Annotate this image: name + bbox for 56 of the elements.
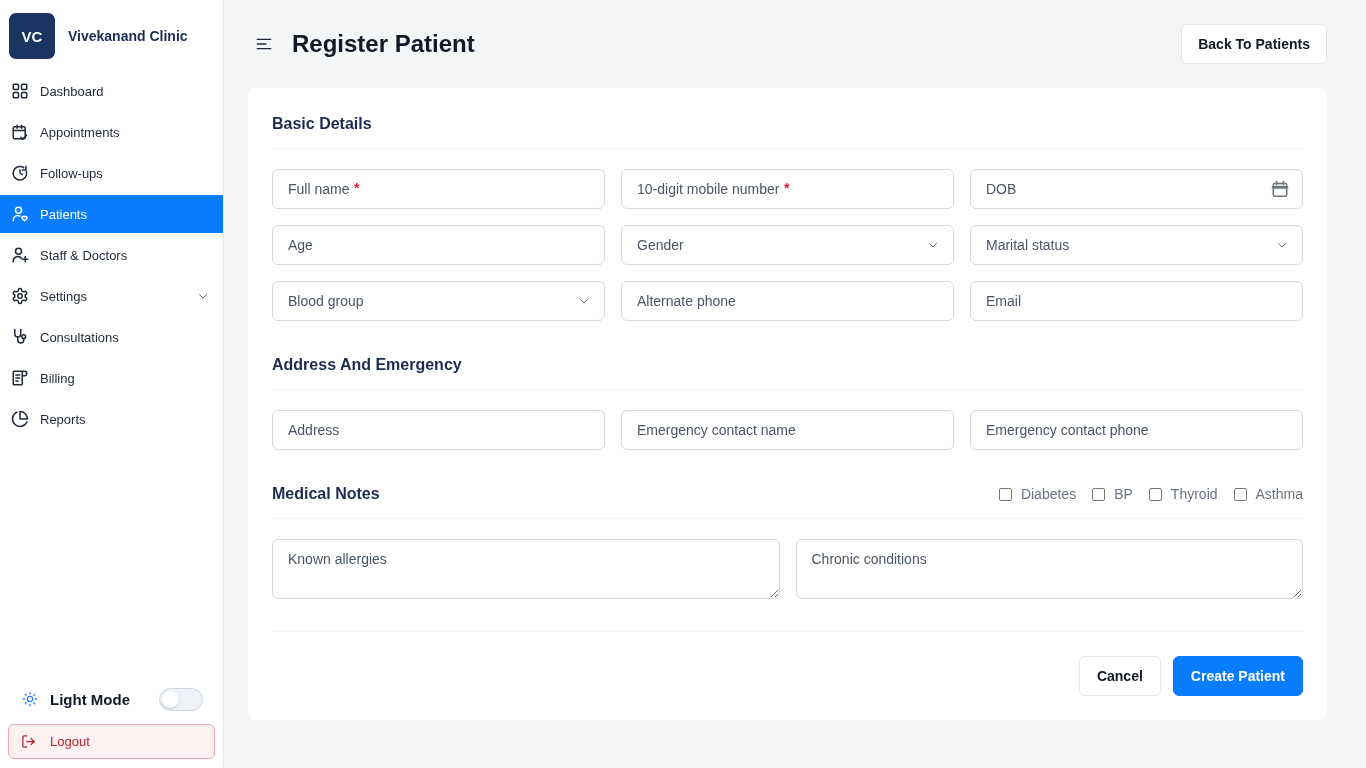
nav-item[interactable]: Settings [0, 277, 223, 315]
logout-button[interactable]: Logout [8, 724, 215, 759]
checkbox[interactable] [1092, 487, 1106, 501]
nav-item[interactable]: Appointments [0, 113, 223, 151]
checkbox[interactable] [998, 487, 1012, 501]
submit-button[interactable]: Create Patient [1172, 656, 1303, 696]
theme-label: Light Mode [50, 690, 130, 708]
sun-icon [22, 691, 38, 707]
checkbox[interactable] [1233, 487, 1247, 501]
pie-chart-icon [11, 410, 29, 428]
nav-item[interactable]: Consultations [0, 318, 223, 356]
back-button[interactable]: Back To Patients [1181, 24, 1327, 64]
input-field[interactable]: Emergency contact name [621, 410, 954, 450]
nav-item[interactable]: Patients [0, 195, 223, 233]
page-title: Register Patient [292, 30, 475, 58]
checkbox[interactable] [1148, 487, 1162, 501]
input-field[interactable]: Email [970, 281, 1303, 321]
nav-item[interactable]: Billing [0, 359, 223, 397]
section-title: Basic Details [272, 114, 372, 134]
nav-item[interactable]: Staff & Doctors [0, 236, 223, 274]
logout-icon [21, 734, 36, 749]
dropdown-field[interactable]: Marital status [970, 225, 1303, 265]
date-field[interactable]: DOB [970, 169, 1303, 209]
stethoscope-icon [11, 328, 29, 346]
clock-icon [11, 164, 29, 182]
grid-icon [11, 82, 29, 100]
text-area[interactable]: Known allergies [272, 539, 780, 599]
input-field[interactable]: Age [272, 225, 605, 265]
menu-icon[interactable] [256, 36, 272, 52]
clinic-logo: VC [9, 13, 55, 59]
checkbox-label: Diabetes [1020, 486, 1077, 502]
input-field[interactable]: Address [272, 410, 605, 450]
toggle-switch[interactable] [159, 687, 203, 711]
text-area[interactable]: Chronic conditions [795, 539, 1303, 599]
clinic-name: Vivekanand Clinic [68, 28, 188, 44]
calendar-check-icon [11, 123, 29, 141]
settings-icon [11, 287, 29, 305]
dropdown-field[interactable]: Gender [621, 225, 954, 265]
calendar-icon[interactable] [1271, 180, 1289, 198]
section-title: Address And Emergency [272, 355, 462, 375]
user-icon [11, 205, 29, 223]
required-asterisk: * [784, 181, 790, 196]
input-field[interactable]: Emergency contact phone [970, 410, 1303, 450]
document-icon [11, 369, 29, 387]
cancel-button[interactable]: Cancel [1078, 656, 1161, 696]
required-asterisk: * [354, 181, 360, 196]
nav-item[interactable]: Dashboard [0, 72, 223, 110]
nav-item[interactable]: Follow-ups [0, 154, 223, 192]
nav-item[interactable]: Reports [0, 400, 223, 438]
input-field[interactable]: Alternate phone [621, 281, 954, 321]
checkbox-label: Thyroid [1170, 486, 1218, 502]
checkbox-label: BP [1114, 486, 1133, 502]
dropdown-field[interactable]: Blood group [272, 281, 605, 321]
checkbox-label: Asthma [1255, 486, 1303, 502]
section-title: Medical Notes [272, 484, 380, 504]
user-plus-icon [11, 246, 29, 264]
